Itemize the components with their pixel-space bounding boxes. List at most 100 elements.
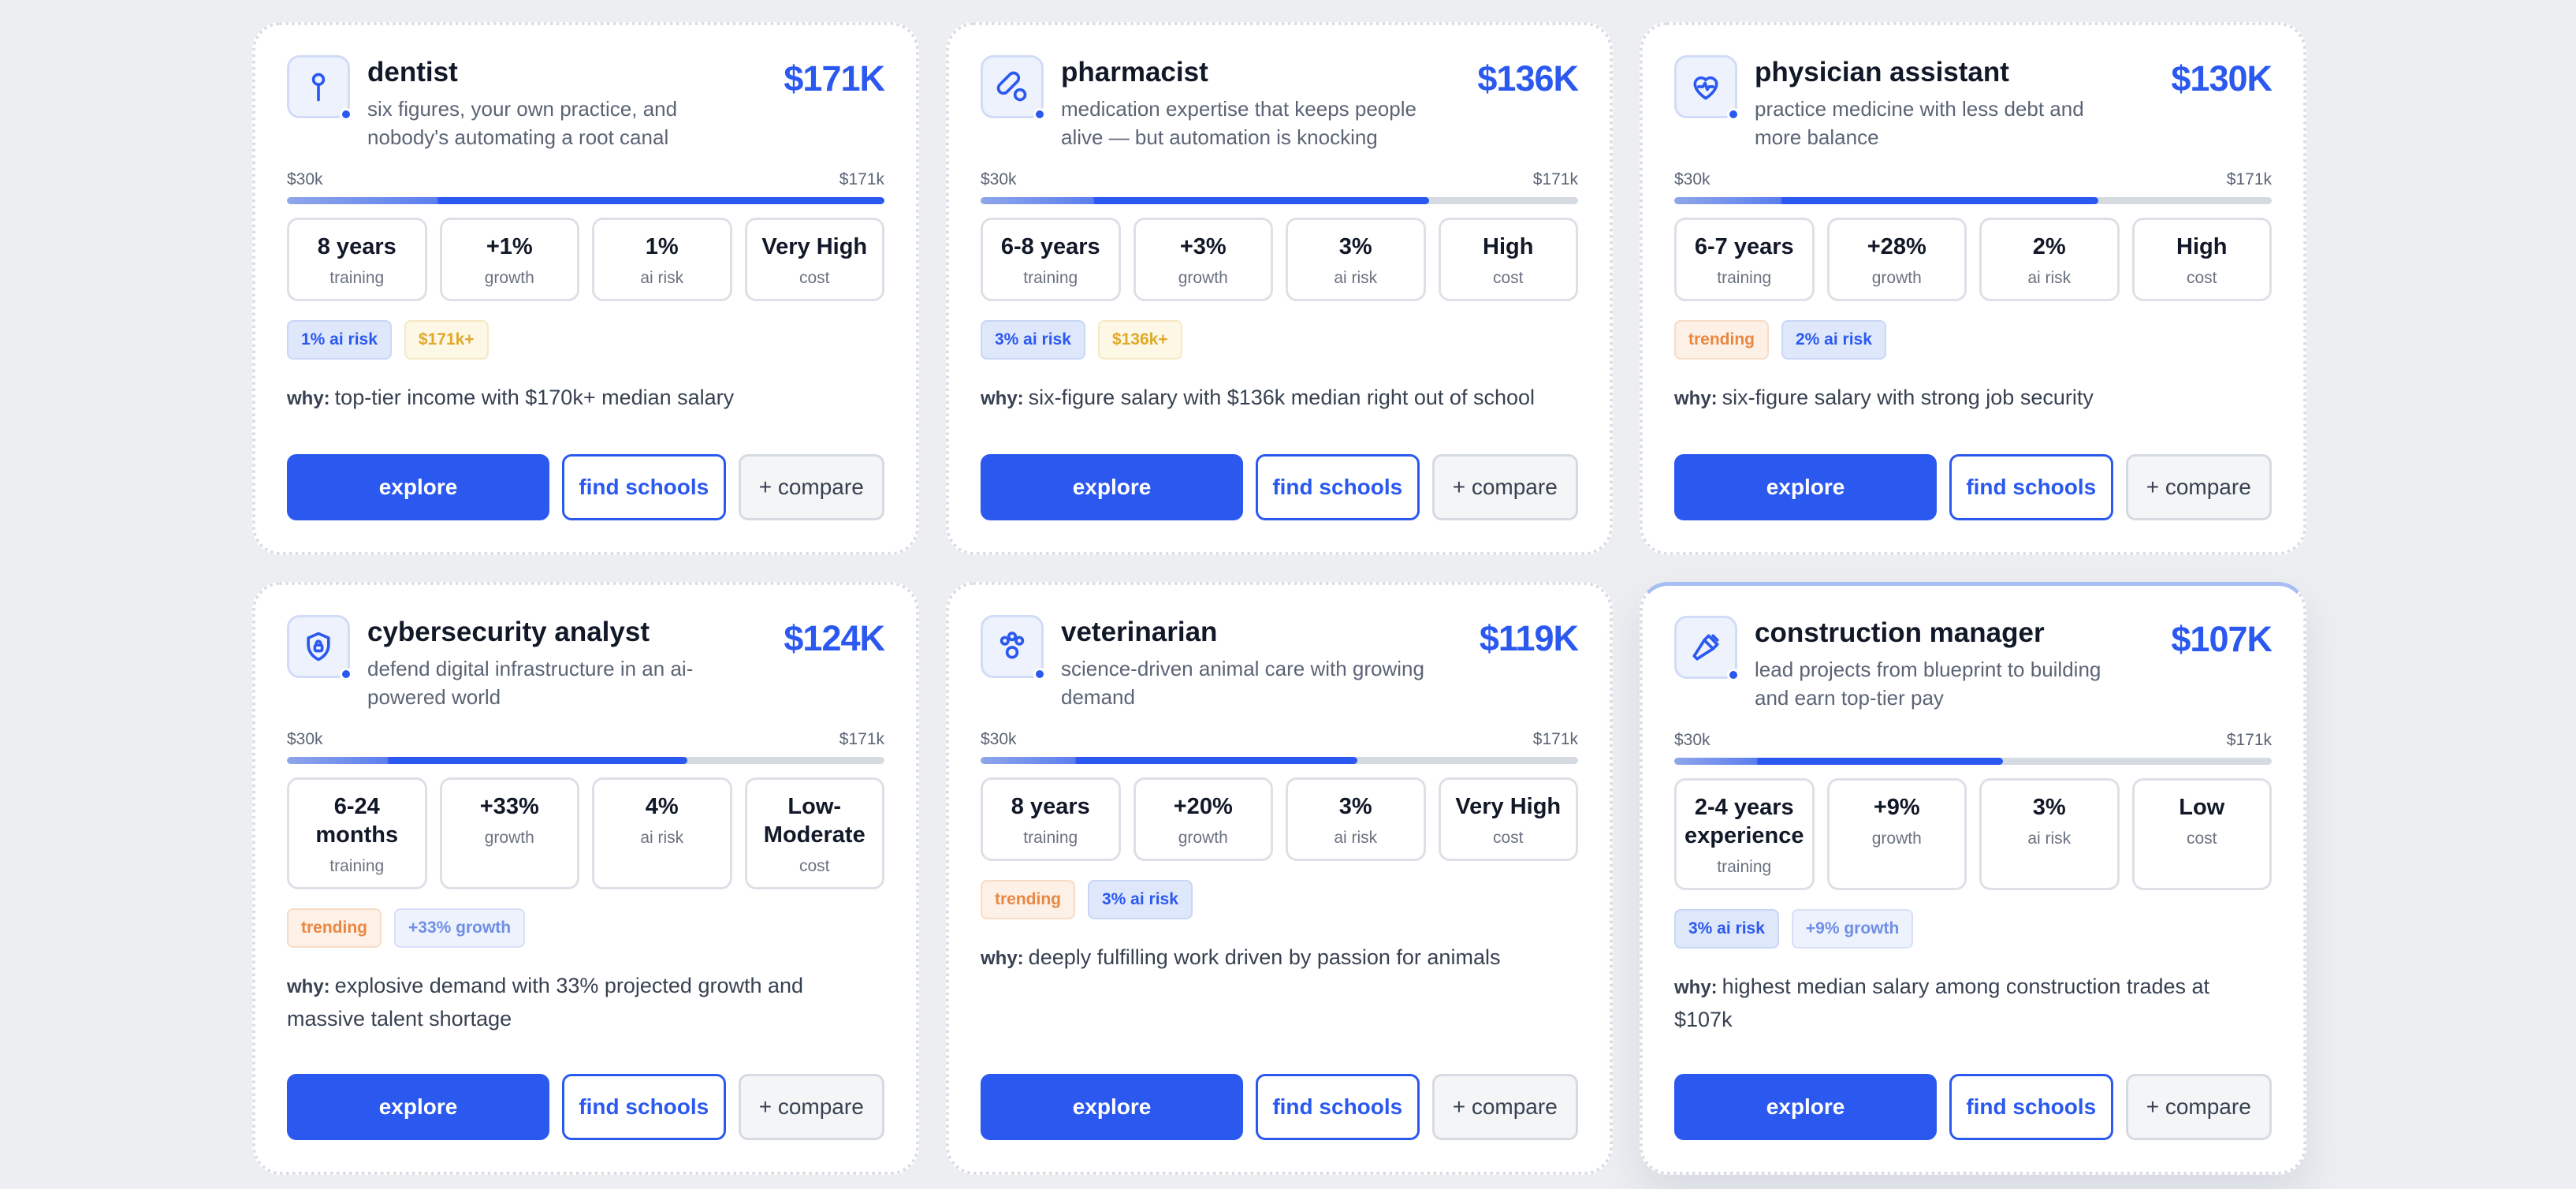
card-header: veterinarian science-driven animal care …: [981, 615, 1579, 711]
stat-value: +20%: [1173, 794, 1233, 819]
why-text: why: six-figure salary with $136k median …: [981, 382, 1578, 415]
career-card-cybersecurity-analyst: cybersecurity analyst defend digital inf…: [252, 582, 919, 1175]
stat-label: growth: [1871, 269, 1922, 287]
stat-growth: +28% growth: [1826, 218, 1967, 301]
card-titles: veterinarian science-driven animal care …: [1061, 615, 1480, 711]
career-subtitle: defend digital infrastructure in an ai-p…: [367, 657, 694, 709]
tag-badge: 2% ai risk: [1781, 320, 1886, 360]
stat-ai-risk: 4% ai risk: [592, 777, 732, 889]
stat-training: 6-7 years training: [1674, 218, 1815, 301]
find-schools-button[interactable]: find schools: [1949, 454, 2113, 520]
salary-bar-track: [981, 197, 1578, 204]
find-schools-button[interactable]: find schools: [562, 454, 726, 520]
career-subtitle: practice medicine with less debt and mor…: [1755, 97, 2084, 149]
status-dot: [340, 668, 352, 680]
compare-button[interactable]: + compare: [1431, 1074, 1578, 1140]
tag-badge: $136k+: [1097, 320, 1182, 360]
find-schools-button[interactable]: find schools: [1256, 1074, 1420, 1140]
range-max-label: $171k: [1532, 170, 1578, 188]
stat-value: Very High: [1455, 794, 1562, 819]
stat-label: cost: [1492, 829, 1524, 847]
explore-button[interactable]: explore: [981, 1074, 1244, 1140]
explore-button[interactable]: explore: [1674, 1074, 1938, 1140]
stats-row: 2-4 years experience training +9% growth 3% a…: [1674, 778, 2272, 890]
stat-value: High: [2176, 234, 2228, 259]
find-schools-button[interactable]: find schools: [562, 1074, 726, 1140]
why-reason: six-figure salary with $136k median righ…: [1028, 386, 1535, 409]
career-subtitle: science-driven animal care with growing …: [1061, 657, 1424, 709]
stat-value: 2%: [2032, 234, 2066, 259]
stat-label: cost: [798, 269, 830, 287]
median-salary: $171K: [784, 58, 885, 99]
stat-training: 6-8 years training: [981, 218, 1121, 301]
compare-button[interactable]: + compare: [738, 454, 884, 520]
stat-cost: Very High cost: [1438, 777, 1578, 861]
stat-label: ai risk: [1334, 829, 1378, 847]
stat-value: Very High: [761, 234, 868, 259]
stat-label: training: [329, 857, 385, 875]
card-titles: construction manager lead projects from …: [1755, 616, 2171, 712]
stat-label: cost: [798, 857, 830, 875]
compare-button[interactable]: + compare: [1431, 454, 1578, 520]
stat-label: training: [1717, 269, 1772, 287]
career-card-veterinarian: veterinarian science-driven animal care …: [946, 582, 1613, 1175]
status-dot: [1033, 668, 1046, 680]
stat-value: 6-8 years: [1000, 234, 1100, 259]
stat-value: 4%: [645, 794, 679, 819]
explore-button[interactable]: explore: [1674, 454, 1938, 520]
tag-badge: 3% ai risk: [981, 320, 1085, 360]
stats-row: 6-7 years training +28% growth 2% ai risk High…: [1674, 218, 2272, 301]
why-reason: top-tier income with $170k+ median salar…: [334, 386, 735, 409]
why-label: why:: [981, 948, 1024, 969]
card-header: cybersecurity analyst defend digital inf…: [287, 615, 885, 711]
stat-label: cost: [2186, 269, 2217, 287]
tag-badge: 3% ai risk: [1674, 909, 1779, 949]
find-schools-button[interactable]: find schools: [1949, 1074, 2113, 1140]
median-salary: $136K: [1477, 58, 1579, 99]
tag-badge: trending: [981, 880, 1075, 919]
range-max-label: $171k: [839, 170, 884, 188]
career-title: pharmacist: [1061, 57, 1208, 88]
stat-value: 6-24 months: [315, 794, 399, 848]
range-min-label: $30k: [981, 730, 1017, 748]
tag-badge: $171k+: [404, 320, 489, 360]
salary-range-labels: $30k $171k: [1674, 731, 2272, 750]
stat-ai-risk: 3% ai risk: [1286, 218, 1426, 301]
explore-button[interactable]: explore: [287, 454, 550, 520]
career-subtitle: medication expertise that keeps people a…: [1061, 97, 1416, 149]
stat-ai-risk: 1% ai risk: [592, 218, 732, 301]
stat-label: training: [1023, 269, 1078, 287]
stat-value: 3%: [2032, 795, 2066, 820]
heart-pulse-icon: [1688, 69, 1723, 104]
median-salary: $124K: [784, 618, 885, 658]
why-reason: explosive demand with 33% projected grow…: [287, 974, 804, 1031]
stat-label: training: [1023, 829, 1078, 847]
why-label: why:: [1674, 977, 1718, 998]
range-max-label: $171k: [2226, 170, 2272, 188]
range-max-label: $171k: [839, 730, 884, 748]
card-titles: pharmacist medication expertise that kee…: [1061, 55, 1477, 151]
status-dot: [1727, 669, 1740, 681]
compare-button[interactable]: + compare: [2125, 1074, 2272, 1140]
compare-button[interactable]: + compare: [738, 1074, 884, 1140]
hammer-icon: [1688, 630, 1723, 665]
range-max-label: $171k: [2226, 731, 2272, 749]
explore-button[interactable]: explore: [287, 1074, 550, 1140]
stat-value: +28%: [1867, 234, 1926, 259]
stats-row: 8 years training +20% growth 3% ai risk Very H…: [981, 777, 1578, 861]
stat-training: 8 years training: [981, 777, 1121, 861]
stat-value: +3%: [1179, 234, 1227, 259]
salary-bar-track: [1674, 758, 2272, 765]
median-salary: $130K: [2171, 58, 2273, 99]
stat-label: training: [1717, 858, 1772, 876]
card-header: pharmacist medication expertise that kee…: [981, 55, 1579, 151]
find-schools-button[interactable]: find schools: [1256, 454, 1420, 520]
stat-cost: Very High cost: [744, 218, 884, 301]
why-label: why:: [1674, 388, 1718, 409]
compare-button[interactable]: + compare: [2125, 454, 2272, 520]
explore-button[interactable]: explore: [981, 454, 1244, 520]
stat-cost: Low-Moderate cost: [744, 777, 884, 889]
stats-row: 6-24 months training +33% growth 4% ai risk Lo…: [287, 777, 884, 889]
stat-value: Low-Moderate: [763, 794, 865, 848]
salary-bar-track: [981, 757, 1578, 764]
